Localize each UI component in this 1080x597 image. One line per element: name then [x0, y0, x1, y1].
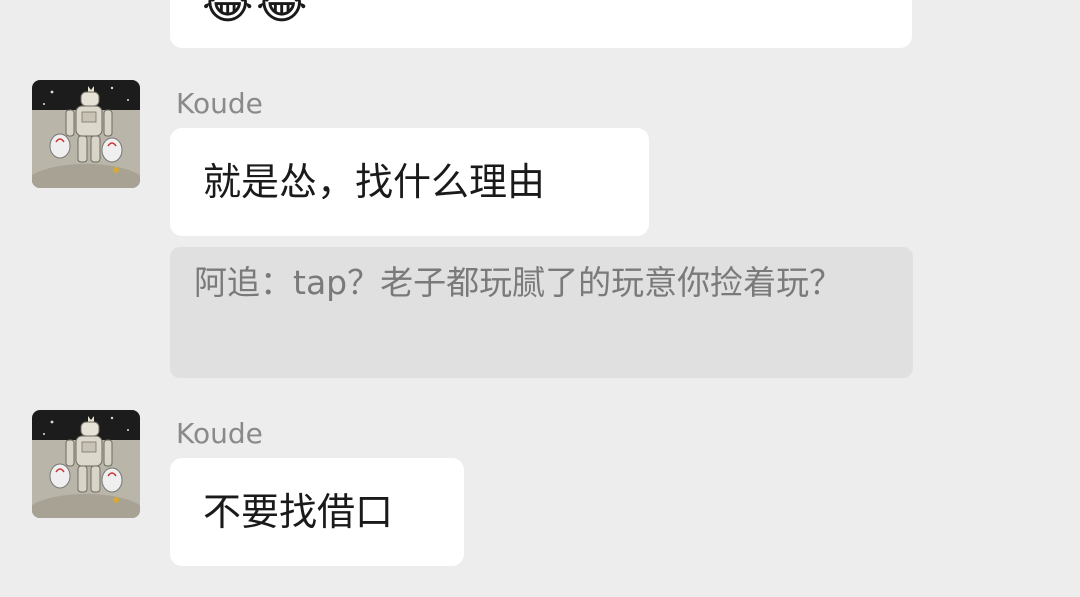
laughing-crying-emoji-icon: 😂 — [256, 0, 308, 29]
message-bubble[interactable]: 就是怂，找什么理由 — [170, 128, 649, 236]
sender-name: Koude — [176, 417, 263, 450]
avatar[interactable] — [32, 80, 140, 188]
message-bubble[interactable]: 不要找借口 — [170, 458, 464, 566]
avatar[interactable] — [32, 410, 140, 518]
message-text: 就是怂，找什么理由 — [203, 160, 546, 204]
quoted-message-text: 阿追：tap？老子都玩腻了的玩意你捡着玩？ — [194, 263, 843, 302]
laughing-crying-emoji-icon: 😂 — [202, 0, 254, 29]
message-bubble-top[interactable]: 😂 😂 — [170, 0, 912, 48]
quoted-message[interactable]: 阿追：tap？老子都玩腻了的玩意你捡着玩？ — [170, 247, 913, 378]
sender-name: Koude — [176, 87, 263, 120]
message-text: 不要找借口 — [203, 490, 394, 534]
astronaut-avatar-icon — [32, 80, 140, 188]
astronaut-avatar-icon — [32, 410, 140, 518]
